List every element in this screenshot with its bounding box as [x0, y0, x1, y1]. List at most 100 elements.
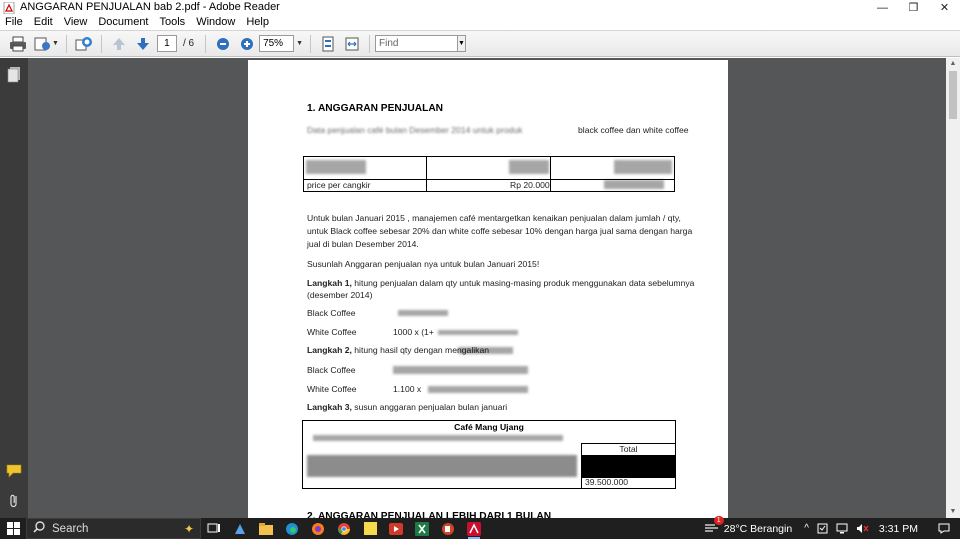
weather-icon: 1 — [704, 516, 724, 536]
search-highlight-icon: ✦ — [183, 521, 194, 536]
restore-button[interactable]: ❐ — [898, 0, 929, 15]
taskbar-search-box[interactable]: Search ✦ — [26, 518, 201, 539]
network-icon[interactable] — [836, 523, 848, 534]
white-coffee-calc: 1000 x (1+ — [393, 327, 434, 337]
previous-page-icon[interactable] — [108, 33, 130, 55]
total-value-cell: 39.500.000 — [585, 477, 629, 487]
redacted-row — [313, 435, 563, 441]
budget-table-title: Café Mang Ujang — [454, 422, 524, 432]
edge-browser-icon[interactable] — [279, 518, 305, 539]
sticky-notes-icon[interactable] — [357, 518, 383, 539]
find-dropdown-icon[interactable]: ▼ — [458, 35, 466, 52]
step-1-text: hitung penjualan dalam qty untuk masing-… — [351, 278, 695, 288]
windows-start-icon[interactable] — [0, 518, 26, 539]
black-coffee-label-2: Black Coffee — [307, 365, 356, 375]
menu-document[interactable]: Document — [93, 15, 154, 30]
step-3-text: susun anggaran penjualan bulan januari — [351, 402, 508, 412]
filled-cell — [582, 456, 675, 477]
paragraph-line: untuk Black coffee sebesar 20% dan white… — [307, 226, 693, 236]
document-viewport[interactable]: 1. ANGGARAN PENJUALAN Data penjualan caf… — [28, 58, 946, 518]
weather-text: 28°C Berangin — [723, 522, 793, 535]
fit-width-icon[interactable] — [341, 33, 363, 55]
firefox-icon[interactable] — [305, 518, 331, 539]
paragraph-line: Untuk bulan Januari 2015 , manajemen caf… — [307, 213, 681, 223]
attachment-icon[interactable] — [5, 492, 23, 510]
toolbar-divider — [65, 34, 67, 53]
zoom-in-icon[interactable] — [236, 33, 258, 55]
toolbar-divider — [310, 34, 311, 53]
copilot-icon[interactable] — [227, 518, 253, 539]
show-hidden-icons-icon[interactable]: ^ — [804, 523, 809, 534]
step-1-label: Langkah 1, — [307, 278, 352, 288]
toolbar-divider — [205, 34, 207, 53]
price-table: price per cangkir Rp 20.000 — [303, 156, 675, 192]
pdf-page: 1. ANGGARAN PENJUALAN Data penjualan caf… — [248, 60, 728, 518]
menu-file[interactable]: File — [0, 15, 29, 30]
pages-panel-icon[interactable] — [5, 66, 23, 84]
title-bar: ANGGARAN PENJUALAN bab 2.pdf - Adobe Rea… — [0, 0, 960, 15]
section-heading-2: 2. ANGGARAN PENJUALAN LEBIH DARI 1 BULAN — [307, 511, 552, 518]
redacted-rows — [307, 455, 577, 477]
excel-icon[interactable] — [409, 518, 435, 539]
weather-widget[interactable]: 1 28°C Berangin — [704, 516, 793, 536]
redacted-text — [458, 347, 513, 354]
white-coffee-label: White Coffee — [307, 327, 357, 337]
fit-page-icon[interactable] — [317, 33, 339, 55]
redacted-cell — [604, 180, 664, 189]
menu-window[interactable]: Window — [191, 15, 241, 30]
volume-muted-icon[interactable] — [856, 523, 869, 534]
zoom-dropdown-icon[interactable]: ▼ — [296, 40, 303, 47]
menu-help[interactable]: Help — [241, 15, 275, 30]
redacted-text: Data penjualan café bulan Desember 2014 … — [307, 125, 523, 135]
redacted-calc — [393, 366, 528, 374]
task-instruction: Susunlah Anggaran penjualan nya untuk bu… — [307, 259, 540, 269]
task-view-icon[interactable] — [201, 518, 227, 539]
collaborate-icon[interactable] — [73, 33, 95, 55]
redacted-calc — [428, 386, 528, 393]
paragraph-line: jual di bulan Desember 2014. — [307, 239, 419, 249]
search-icon — [33, 521, 45, 536]
window-title: ANGGARAN PENJUALAN bab 2.pdf - Adobe Rea… — [20, 1, 280, 13]
menu-view[interactable]: View — [59, 15, 94, 30]
scroll-up-arrow-icon[interactable]: ▲ — [946, 58, 960, 70]
notifications-icon[interactable] — [938, 523, 950, 534]
media-player-icon[interactable] — [383, 518, 409, 539]
toolbar: ▼ 1 / 6 75% ▼ Find ▼ — [0, 30, 960, 57]
step-2-label: Langkah 2, — [307, 345, 352, 355]
next-page-icon[interactable] — [132, 33, 154, 55]
scroll-down-arrow-icon[interactable]: ▼ — [946, 506, 960, 518]
file-explorer-icon[interactable] — [253, 518, 279, 539]
step-3-label: Langkah 3, — [307, 402, 352, 412]
white-coffee-calc-2: 1.100 x — [393, 384, 422, 394]
clock[interactable]: 3:31 PM — [879, 523, 918, 535]
menu-tools[interactable]: Tools — [155, 15, 192, 30]
adobe-reader-taskbar-icon[interactable] — [461, 518, 487, 539]
powerpoint-icon[interactable] — [435, 518, 461, 539]
page-number-input[interactable]: 1 — [156, 35, 177, 52]
menu-bar: File Edit View Document Tools Window Hel… — [0, 15, 960, 30]
security-icon[interactable] — [817, 523, 828, 534]
zoom-out-icon[interactable] — [212, 33, 234, 55]
step-3: Langkah 3, susun anggaran penjualan bula… — [307, 401, 507, 414]
toolbar-divider — [100, 34, 102, 53]
redacted-calc — [398, 310, 448, 316]
redacted-calc — [438, 330, 518, 335]
print-icon[interactable] — [7, 33, 29, 55]
navigation-pane — [0, 58, 28, 518]
vertical-scrollbar[interactable]: ▲ ▼ — [946, 58, 960, 518]
close-button[interactable]: ✕ — [929, 0, 960, 15]
price-value-cell: Rp 20.000 — [510, 180, 550, 190]
zoom-level-field[interactable]: 75% — [259, 35, 295, 52]
minimize-button[interactable]: — — [867, 0, 898, 15]
comment-icon[interactable] — [5, 462, 23, 480]
search-label: Search — [52, 522, 89, 535]
email-dropdown-icon[interactable]: ▼ — [52, 40, 59, 47]
section-heading-1: 1. ANGGARAN PENJUALAN — [307, 103, 444, 114]
intro-text: black coffee dan white coffee — [578, 125, 689, 135]
step-1-cont: (desember 2014) — [307, 290, 373, 300]
scroll-thumb[interactable] — [949, 71, 957, 119]
email-icon[interactable] — [31, 33, 53, 55]
find-input[interactable]: Find — [375, 35, 458, 52]
chrome-icon[interactable] — [331, 518, 357, 539]
menu-edit[interactable]: Edit — [29, 15, 59, 30]
